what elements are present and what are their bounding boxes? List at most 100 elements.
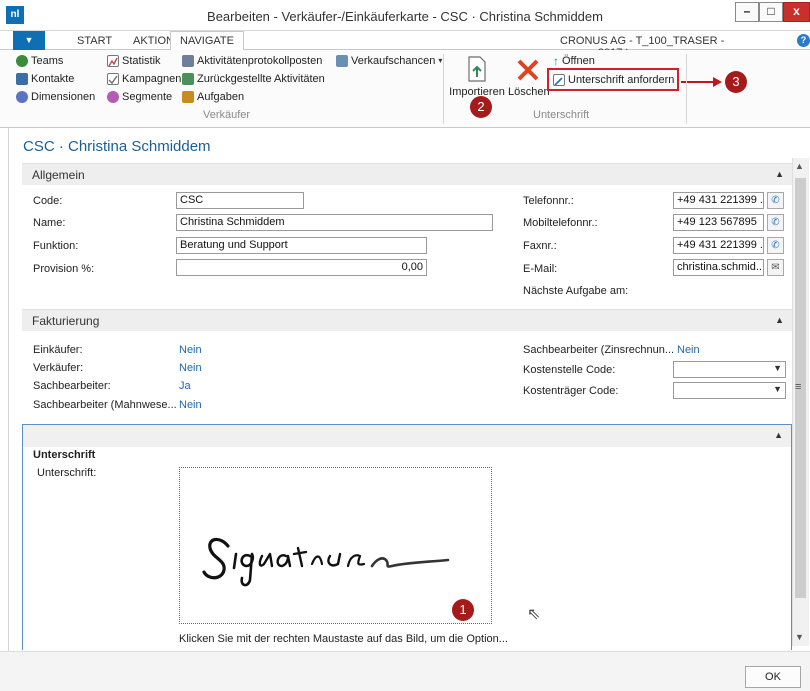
field-label-email: E-Mail: [523, 263, 558, 275]
ribbon-contacts[interactable]: Kontakte [16, 71, 74, 87]
mobil-field[interactable]: +49 123 567895 [673, 214, 764, 231]
callout-badge-1: 1 [452, 599, 474, 621]
provision-field[interactable]: 0,00 [176, 259, 427, 276]
ribbon-activity-log[interactable]: Aktivitätenprotokollposten [182, 53, 322, 69]
dialog-footer [0, 651, 810, 691]
maximize-button[interactable]: □ [759, 2, 783, 22]
tab-navigate[interactable]: NAVIGATE [170, 31, 244, 51]
verkaeufer-value[interactable]: Nein [179, 362, 202, 374]
section-title: Fakturierung [32, 314, 100, 328]
code-field[interactable]: CSC [176, 192, 304, 209]
delete-button[interactable]: Löschen [508, 55, 550, 98]
ribbon-teams[interactable]: Teams [16, 53, 63, 69]
name-field[interactable]: Christina Schmiddem [176, 214, 493, 231]
chevron-down-icon: ▼ [773, 363, 782, 373]
kostentraeger-select[interactable]: ▼ [673, 382, 786, 399]
open-icon: ↑ [553, 54, 559, 68]
highlight-box [547, 68, 679, 91]
sachbearbeiter-zins-value[interactable]: Nein [677, 344, 700, 356]
telefon-field[interactable]: +49 431 221399 ... [673, 192, 764, 209]
field-label-sachbearbeiter: Sachbearbeiter: [33, 380, 111, 392]
ribbon-campaigns[interactable]: Kampagnen [107, 71, 181, 87]
campaigns-icon [107, 73, 119, 85]
callout-arrow-head [713, 77, 722, 87]
section-header-unterschrift[interactable]: ▲ [23, 425, 791, 447]
field-label-provision: Provision %: [33, 263, 95, 275]
scrollbar-grip-icon: ≡ [795, 381, 802, 393]
fax-field[interactable]: +49 431 221399 ... [673, 237, 764, 254]
ribbon-separator [443, 54, 444, 124]
statistics-icon [107, 55, 119, 67]
handwritten-signature [202, 537, 450, 587]
group-label-verkaeufer: Verkäufer [203, 109, 251, 121]
funktion-field[interactable]: Beratung und Support [176, 237, 427, 254]
tasks-icon [182, 91, 194, 103]
kostenstelle-select[interactable]: ▼ [673, 361, 786, 378]
ribbon-dimensions[interactable]: Dimensionen [16, 89, 95, 105]
call-fax-icon[interactable]: ✆ [767, 237, 784, 254]
content-border [8, 128, 9, 651]
open-label: Öffnen [562, 55, 595, 67]
field-label-code: Code: [33, 195, 63, 207]
scroll-up-icon[interactable]: ▲ [795, 161, 804, 171]
group-label-unterschrift: Unterschrift [533, 109, 590, 121]
ribbon-statistics[interactable]: Statistik [107, 53, 161, 69]
tab-start[interactable]: START [77, 35, 112, 47]
ribbon-postponed-activities[interactable]: Zurückgestellte Aktivitäten [182, 71, 325, 87]
signature-image[interactable] [179, 467, 492, 624]
email-field[interactable]: christina.schmid... [673, 259, 764, 276]
section-title: Allgemein [32, 168, 85, 182]
field-label-verkaeufer: Verkäufer: [33, 362, 84, 374]
help-icon[interactable]: ? [797, 34, 810, 47]
ribbon-opportunities[interactable]: Verkaufschancen ▾ [336, 53, 442, 69]
page-title: CSC · Christina Schmiddem [23, 138, 211, 155]
window-title: Bearbeiten - Verkäufer-/Einkäuferkarte -… [207, 9, 603, 24]
field-label-next-task: Nächste Aufgabe am: [523, 285, 629, 297]
chevron-down-icon: ▼ [773, 384, 782, 394]
mouse-cursor-icon: ⇖ [527, 606, 541, 623]
minimize-button[interactable]: – [735, 2, 759, 22]
field-label-sachbearbeiter-zins: Sachbearbeiter (Zinsrechnun... [523, 344, 675, 356]
field-label-signature: Unterschrift: [37, 467, 97, 479]
einkaeufer-value[interactable]: Nein [179, 344, 202, 356]
section-header-allgemein[interactable]: Allgemein ▲ [22, 163, 792, 185]
callout-badge-3: 3 [725, 71, 747, 93]
field-label-fax: Faxnr.: [523, 240, 557, 252]
contacts-icon [16, 73, 28, 85]
signature-hint: Klicken Sie mit der rechten Maustaste au… [179, 633, 508, 645]
segments-icon [107, 91, 119, 103]
dimensions-icon [16, 91, 28, 103]
app-menu-button[interactable]: ▼ [13, 31, 45, 50]
activity-log-icon [182, 55, 194, 67]
close-button[interactable]: x [783, 2, 810, 22]
field-label-mobil: Mobiltelefonnr.: [523, 217, 598, 229]
ribbon-segments[interactable]: Segmente [107, 89, 172, 105]
delete-icon [517, 59, 539, 81]
call-mobile-icon[interactable]: ✆ [767, 214, 784, 231]
field-label-sachbearbeiter-mahnwesen: Sachbearbeiter (Mahnwese... [33, 399, 177, 411]
collapse-icon[interactable]: ▲ [775, 315, 784, 325]
sachbearbeiter-value[interactable]: Ja [179, 380, 191, 392]
send-email-icon[interactable]: ✉ [767, 259, 784, 276]
import-icon [468, 56, 486, 82]
call-phone-icon[interactable]: ✆ [767, 192, 784, 209]
field-label-kostenstelle: Kostenstelle Code: [523, 364, 616, 376]
field-label-einkaeufer: Einkäufer: [33, 344, 83, 356]
signature-heading: Unterschrift [33, 449, 96, 461]
open-button[interactable]: ↑ Öffnen [553, 53, 595, 69]
ok-button[interactable]: OK [745, 666, 801, 688]
ribbon-separator [686, 54, 687, 124]
callout-badge-2: 2 [470, 96, 492, 118]
collapse-icon[interactable]: ▲ [775, 169, 784, 179]
postponed-activities-icon [182, 73, 194, 85]
import-button[interactable]: Importieren [449, 55, 505, 98]
section-header-fakturierung[interactable]: Fakturierung ▲ [22, 309, 792, 331]
opportunities-icon [336, 55, 348, 67]
sachbearbeiter-mahnwesen-value[interactable]: Nein [179, 399, 202, 411]
ribbon-tasks[interactable]: Aufgaben [182, 89, 244, 105]
teams-icon [16, 55, 28, 67]
field-label-telefon: Telefonnr.: [523, 195, 574, 207]
collapse-icon[interactable]: ▲ [774, 430, 783, 440]
scroll-down-icon[interactable]: ▼ [795, 632, 804, 642]
dropdown-arrow-icon: ▾ [438, 56, 443, 65]
